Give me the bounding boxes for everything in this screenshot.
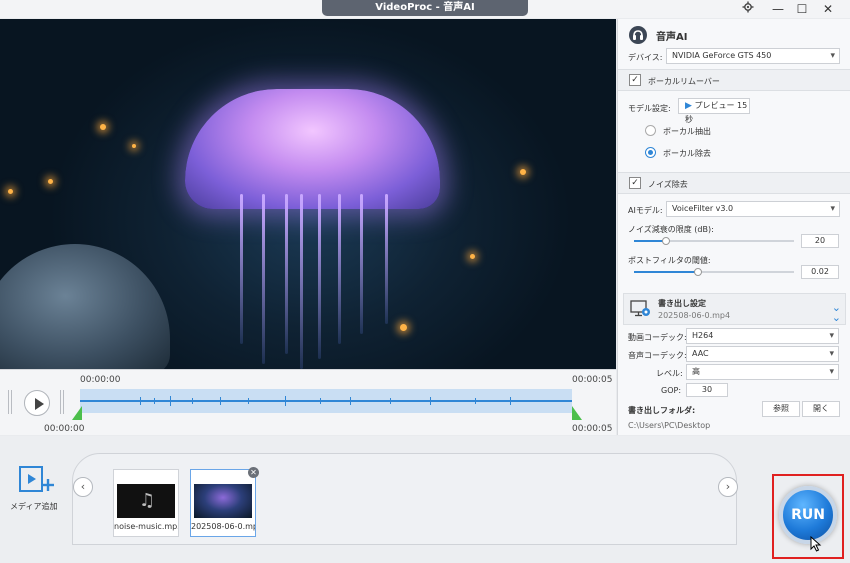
radio-vocal-remove[interactable] xyxy=(645,147,656,158)
ai-model-label: AIモデル: xyxy=(628,206,663,215)
glow-orb xyxy=(400,324,407,331)
timecode-start-bottom: 00:00:00 xyxy=(44,424,85,434)
timecode-start-top: 00:00:00 xyxy=(80,375,121,385)
audio-codec-select[interactable]: AAC xyxy=(686,346,839,362)
ai-model-select[interactable]: VoiceFilter v3.0 xyxy=(666,201,840,217)
timeline-bar: 00:00:00 00:00:05 00:00:00 00:00:05 xyxy=(0,369,616,435)
tentacle xyxy=(318,194,321,359)
tentacle xyxy=(338,194,341,344)
radio-vocal-remove-label: ボーカル除去 xyxy=(663,149,711,158)
tentacle xyxy=(385,194,388,324)
device-select[interactable]: NVIDIA GeForce GTS 450 xyxy=(666,48,840,64)
tentacle xyxy=(240,194,243,344)
noise-limit-input[interactable]: 20 xyxy=(801,234,839,248)
run-highlight-frame: RUN xyxy=(772,474,844,559)
app-window: VideoProc - 音声AI — ☐ ✕ 00:00:00 00:00:05 xyxy=(0,0,850,563)
timecode-end-bottom: 00:00:05 xyxy=(572,424,613,434)
close-button[interactable]: ✕ xyxy=(818,1,838,17)
settings-panel: 音声AI デバイス: NVIDIA GeForce GTS 450 ✓ ボーカル… xyxy=(617,19,850,435)
export-folder-path: C:\Users\PC\Desktop xyxy=(628,421,711,430)
noise-removal-title: ノイズ除去 xyxy=(648,180,688,189)
cursor-icon xyxy=(810,535,822,552)
video-codec-select[interactable]: H264 xyxy=(686,328,839,344)
export-folder-label: 書き出しフォルダ: xyxy=(628,406,696,415)
run-button[interactable]: RUN xyxy=(779,486,837,544)
drag-handle-left[interactable] xyxy=(8,390,14,414)
window-title: VideoProc - 音声AI xyxy=(322,0,528,16)
export-settings-title: 書き出し設定 xyxy=(658,299,706,308)
video-preview xyxy=(0,19,616,369)
video-codec-label: 動画コーデック: xyxy=(628,333,687,342)
play-button[interactable] xyxy=(24,390,50,416)
vocal-remover-section: ✓ ボーカルリムーバー xyxy=(618,69,850,91)
music-note-icon: ♫ xyxy=(139,490,156,511)
glow-orb xyxy=(520,169,526,175)
video-thumbnail xyxy=(194,484,252,518)
media-item[interactable]: ♫ noise-music.mp3 xyxy=(113,469,179,537)
preview-button[interactable]: ▶ プレビュー 15秒 xyxy=(678,98,750,124)
remove-media-icon[interactable]: ✕ xyxy=(248,467,259,478)
minimize-button[interactable]: — xyxy=(768,1,788,17)
scroll-left-button[interactable]: ‹ xyxy=(73,477,93,497)
voice-ai-icon xyxy=(628,25,648,45)
tentacle xyxy=(360,194,363,334)
panel-title: 音声AI xyxy=(656,32,688,43)
postfilter-slider[interactable] xyxy=(634,268,794,276)
noise-limit-label: ノイズ減衰の限度 (dB): xyxy=(628,225,714,234)
timecode-end-top: 00:00:05 xyxy=(572,375,613,385)
maximize-button[interactable]: ☐ xyxy=(792,1,812,17)
glow-orb xyxy=(100,124,106,130)
trim-start-marker[interactable] xyxy=(72,406,82,420)
add-media-label[interactable]: メディア追加 xyxy=(10,501,57,512)
jellyfish-bell xyxy=(185,89,440,209)
media-item-name: 202508-06-0.mp xyxy=(191,522,255,531)
postfilter-label: ポストフィルタの閾値: xyxy=(628,256,711,265)
noise-limit-slider[interactable] xyxy=(634,237,794,245)
tentacle xyxy=(285,194,288,354)
add-media-icon[interactable] xyxy=(18,465,56,495)
scroll-right-button[interactable]: › xyxy=(718,477,738,497)
vocal-remover-checkbox[interactable]: ✓ xyxy=(629,74,641,86)
level-label: レベル: xyxy=(656,369,683,378)
export-settings-header[interactable]: 書き出し設定 202508-06-0.mp4 ⌄ ⌄ xyxy=(623,293,846,325)
level-select[interactable]: 高 xyxy=(686,364,839,380)
glow-orb xyxy=(48,179,53,184)
media-item-selected[interactable]: 202508-06-0.mp xyxy=(190,469,256,537)
model-setting-label: モデル設定: xyxy=(628,104,671,113)
gop-input[interactable]: 30 xyxy=(686,383,728,397)
music-thumbnail: ♫ xyxy=(117,484,175,518)
postfilter-input[interactable]: 0.02 xyxy=(801,265,839,279)
gop-label: GOP: xyxy=(661,386,682,395)
glow-orb xyxy=(470,254,475,259)
title-bar: VideoProc - 音声AI — ☐ ✕ xyxy=(0,0,850,18)
browse-button[interactable]: 参照 xyxy=(762,401,800,417)
audio-codec-label: 音声コーデック: xyxy=(628,351,687,360)
play-icon: ▶ xyxy=(685,101,692,111)
open-folder-button[interactable]: 開く xyxy=(802,401,840,417)
export-filename: 202508-06-0.mp4 xyxy=(658,311,731,320)
radio-vocal-extract-label: ボーカル抽出 xyxy=(663,127,711,136)
gear-icon[interactable] xyxy=(738,1,758,17)
export-settings-icon xyxy=(630,299,652,319)
glow-orb xyxy=(132,144,136,148)
drag-handle-right[interactable] xyxy=(60,390,66,414)
glow-orb xyxy=(8,189,13,194)
trim-end-marker[interactable] xyxy=(572,406,582,420)
media-item-name: noise-music.mp3 xyxy=(114,522,178,531)
audio-waveform[interactable] xyxy=(80,389,572,413)
noise-removal-section: ✓ ノイズ除去 xyxy=(618,172,850,194)
tentacle xyxy=(300,194,303,369)
noise-removal-checkbox[interactable]: ✓ xyxy=(629,177,641,189)
vocal-remover-title: ボーカルリムーバー xyxy=(648,77,720,86)
tentacle xyxy=(262,194,265,364)
seashell-shape xyxy=(0,244,170,369)
device-label: デバイス: xyxy=(628,53,663,62)
chevron-down-icon[interactable]: ⌄ ⌄ xyxy=(832,302,841,323)
radio-vocal-extract[interactable] xyxy=(645,125,656,136)
